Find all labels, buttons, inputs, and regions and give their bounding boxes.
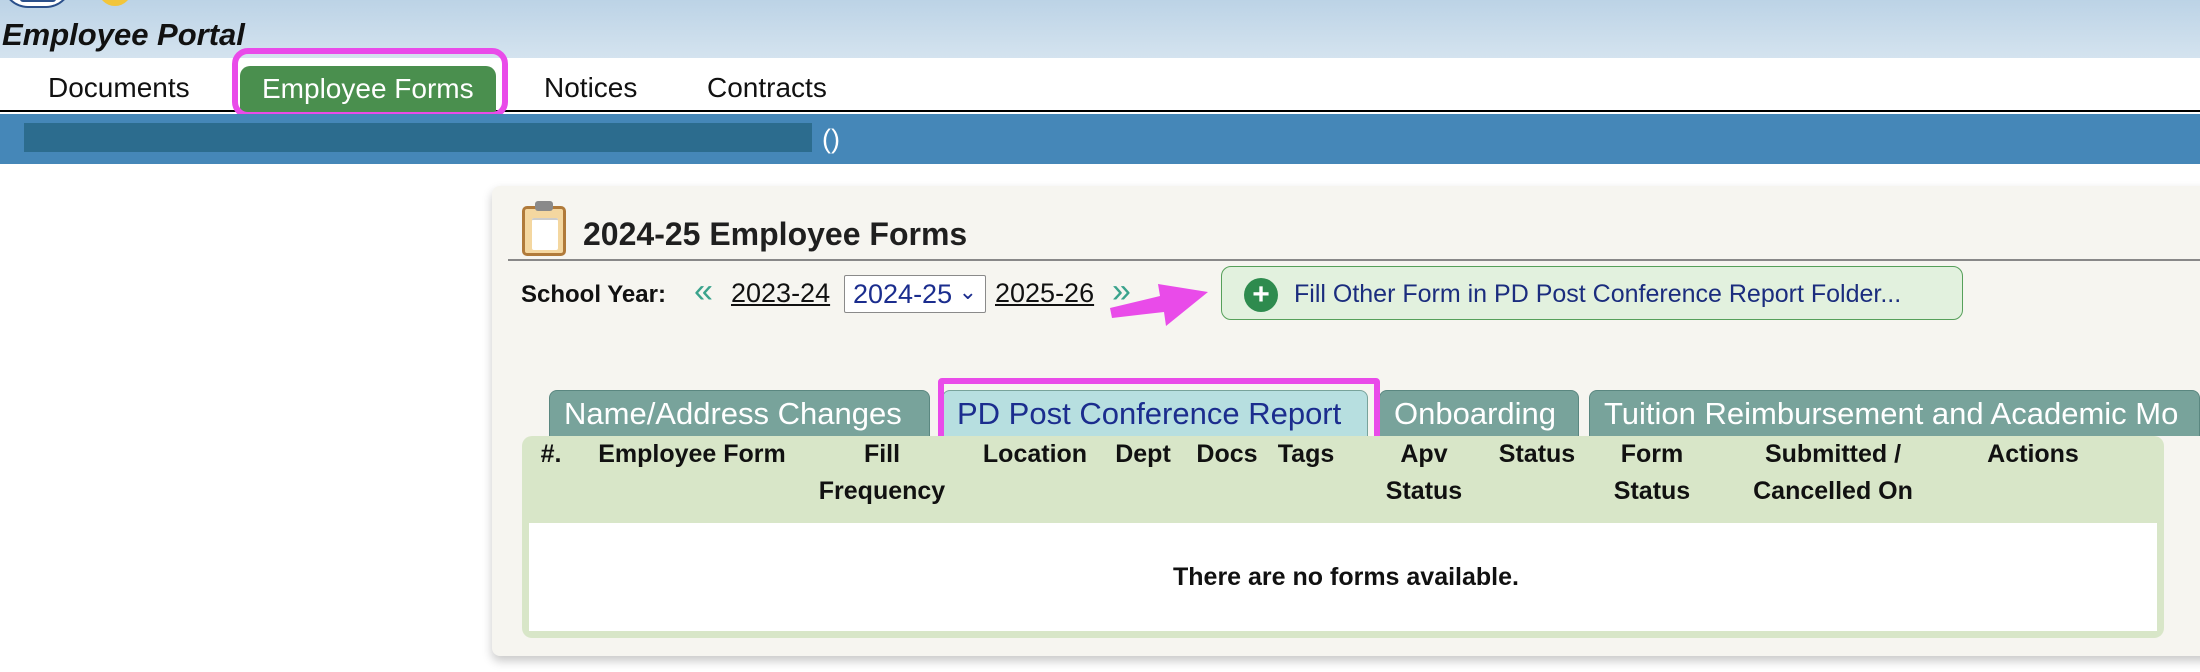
plus-circle-icon: + <box>1244 278 1278 312</box>
column-header-fill-frequency: Fill Frequency <box>818 440 946 505</box>
selected-year: 2024-25 <box>853 279 953 309</box>
chevron-down-icon: ⌄ <box>958 279 977 304</box>
nav-tab-contracts[interactable]: Contracts <box>707 70 827 112</box>
column-header-number: #. <box>540 440 562 468</box>
column-header-submitted-cancelled-on: Submitted / Cancelled On <box>1753 440 1913 505</box>
folder-tab-tuition-reimbursement[interactable]: Tuition Reimbursement and Academic Mo <box>1589 390 2200 436</box>
column-header-form-status: Form Status <box>1613 440 1691 505</box>
school-year-label: School Year: <box>521 281 666 308</box>
redacted-user-info <box>24 123 812 152</box>
user-info-suffix: () <box>822 124 840 154</box>
panel-divider <box>508 259 2200 261</box>
column-header-actions: Actions <box>1987 440 2079 468</box>
next-year-link[interactable]: 2025-26 <box>995 278 1094 309</box>
secondary-logo <box>98 0 132 6</box>
folder-tab-name-address-changes[interactable]: Name/Address Changes <box>549 390 930 436</box>
user-info-bar: () <box>0 114 2200 164</box>
highlight-employee-forms-tab <box>232 48 508 118</box>
school-year-select[interactable]: 2024-25 ⌄ <box>844 275 986 313</box>
portal-title: Employee Portal <box>2 17 245 52</box>
column-header-employee-form: Employee Form <box>598 440 786 468</box>
column-header-location: Location <box>982 440 1088 468</box>
column-header-dept: Dept <box>1115 440 1171 468</box>
fill-other-form-button[interactable]: + Fill Other Form in PD Post Conference … <box>1221 266 1963 320</box>
nav-tab-notices[interactable]: Notices <box>544 70 637 112</box>
annotation-arrow-icon <box>1110 284 1208 326</box>
double-chevron-left-icon[interactable]: « <box>694 274 713 308</box>
column-header-tags: Tags <box>1277 440 1335 468</box>
forms-table-body: There are no forms available. <box>526 520 2160 634</box>
folder-tab-onboarding[interactable]: Onboarding <box>1379 390 1579 436</box>
panel-title: 2024-25 Employee Forms <box>583 216 968 252</box>
column-header-apv-status: Apv Status <box>1385 440 1463 505</box>
prev-year-link[interactable]: 2023-24 <box>731 278 830 309</box>
empty-table-message: There are no forms available. <box>1173 563 1519 591</box>
district-seal-logo <box>2 0 72 8</box>
clipboard-icon <box>522 201 566 256</box>
column-header-docs: Docs <box>1196 440 1258 468</box>
column-header-status: Status <box>1498 440 1576 468</box>
fill-other-form-label: Fill Other Form in PD Post Conference Re… <box>1294 280 1902 308</box>
employee-portal-page: Employee Portal Documents Employee Forms… <box>0 0 2200 672</box>
nav-tab-documents[interactable]: Documents <box>48 70 190 112</box>
